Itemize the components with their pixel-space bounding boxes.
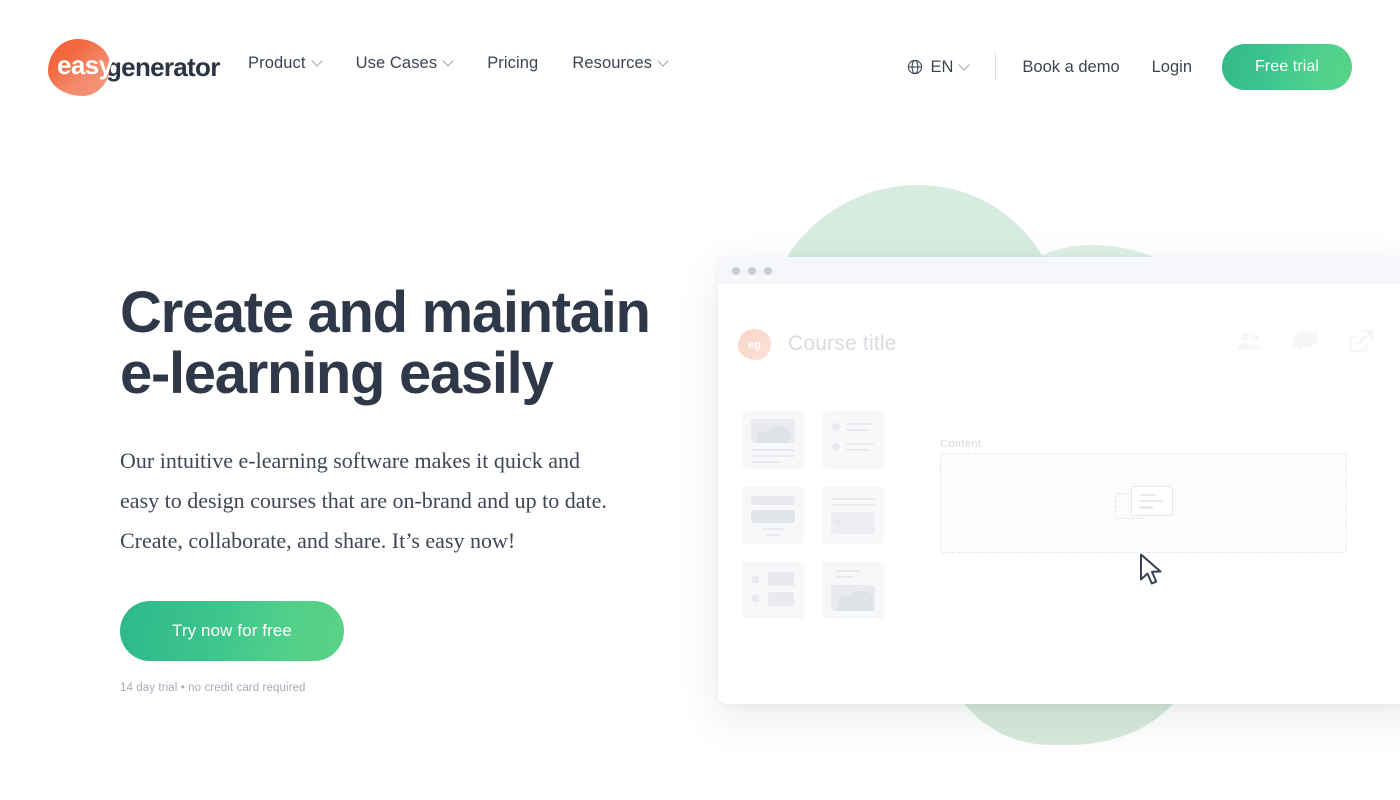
window-dot-icon (748, 266, 756, 275)
template-card-grid (742, 411, 884, 619)
nav-label: Resources (572, 54, 653, 72)
template-card[interactable] (742, 486, 804, 544)
landing-page: easy generator Product Use Cases Pricing… (0, 0, 1400, 800)
template-card[interactable] (742, 561, 804, 619)
template-card[interactable] (822, 486, 884, 544)
mouse-pointer-icon (1140, 553, 1162, 585)
language-code: EN (930, 57, 954, 76)
logo-blob-icon: easy (48, 38, 113, 96)
browser-title-bar (718, 257, 1400, 284)
chevron-down-icon (960, 61, 969, 70)
window-dot-icon (732, 266, 740, 275)
login-link[interactable]: Login (1152, 58, 1192, 77)
free-trial-button[interactable]: Free trial (1222, 44, 1352, 90)
hero-content: Create and maintain e-learning easily Ou… (120, 282, 690, 694)
globe-icon (908, 59, 923, 75)
template-card[interactable] (822, 411, 884, 469)
comment-icon[interactable] (1293, 331, 1319, 352)
language-selector[interactable]: EN (907, 58, 969, 77)
template-card[interactable] (822, 561, 884, 619)
nav-item-resources[interactable]: Resources (572, 54, 668, 73)
hero-subheading: Our intuitive e-learning software makes … (120, 447, 607, 553)
browser-window: eg Course title Content (718, 257, 1400, 704)
header-divider (995, 53, 997, 81)
app-logo-badge: eg (738, 329, 771, 360)
window-dot-icon (764, 266, 772, 275)
content-dropzone[interactable] (940, 453, 1347, 553)
nav-label: Pricing (487, 54, 539, 72)
app-toolbar (1237, 330, 1373, 352)
product-mockup: eg Course title Content (700, 150, 1400, 770)
logo-easy-text: easy (57, 49, 113, 80)
header-actions: EN Book a demo Login Free trial (907, 44, 1352, 90)
logo[interactable]: easy generator (48, 38, 220, 96)
chevron-down-icon (313, 57, 322, 66)
template-card[interactable] (742, 411, 804, 469)
page-title: Create and maintain e-learning easily (120, 280, 651, 407)
users-icon[interactable] (1237, 331, 1263, 351)
site-header: easy generator Product Use Cases Pricing… (0, 0, 1400, 134)
nav-label: Product (248, 54, 306, 72)
logo-generator-text: generator (106, 52, 220, 82)
nav-item-pricing[interactable]: Pricing (487, 54, 538, 73)
share-icon[interactable] (1349, 330, 1373, 352)
book-demo-link[interactable]: Book a demo (1022, 58, 1119, 77)
app-canvas: eg Course title Content (718, 284, 1400, 704)
course-title-placeholder[interactable]: Course title (788, 332, 897, 356)
chevron-down-icon (444, 57, 453, 66)
trial-disclaimer: 14 day trial • no credit card required (120, 681, 306, 694)
main-nav: Product Use Cases Pricing Resources (248, 54, 668, 73)
chevron-down-icon (659, 57, 668, 66)
try-now-button[interactable]: Try now for free (120, 600, 344, 661)
nav-item-product[interactable]: Product (248, 54, 322, 73)
nav-item-use-cases[interactable]: Use Cases (356, 54, 454, 73)
nav-label: Use Cases (355, 54, 438, 72)
drag-drop-content-icon (1114, 486, 1173, 520)
content-section-label: Content (940, 438, 982, 450)
